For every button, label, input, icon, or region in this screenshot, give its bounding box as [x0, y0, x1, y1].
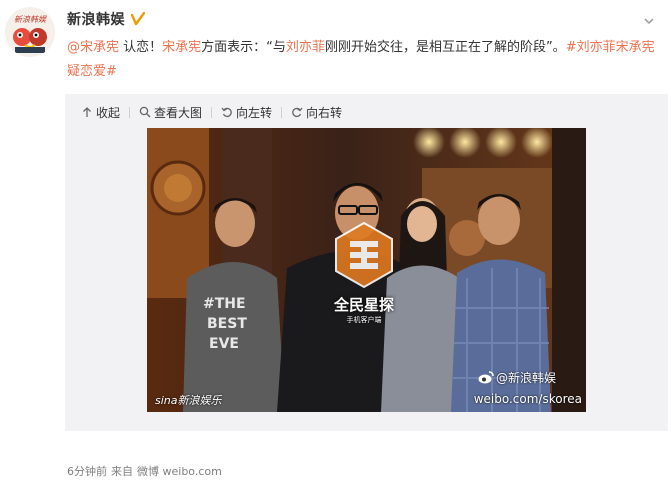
source-prefix: 来自 [111, 465, 133, 478]
post-time[interactable]: 6分钟前 [67, 465, 107, 478]
toolbar-divider [281, 106, 283, 118]
rotate-left-button[interactable]: 向左转 [221, 104, 272, 121]
post-photo[interactable]: #THE BEST EVE sina新浪娱乐 全民星探 手机客户端 @新浪韩娱 … [147, 128, 586, 412]
rotate-right-button[interactable]: 向右转 [291, 104, 342, 121]
post-text-segment: 方面表示：“与 [201, 40, 286, 55]
arrow-up-icon [83, 107, 91, 117]
avatar-image: 新浪韩娱 [5, 7, 55, 57]
rotate-left-label: 向左转 [236, 105, 273, 120]
toolbar-divider [129, 106, 131, 118]
avatar[interactable]: 新浪韩娱 [5, 7, 55, 57]
mention-link[interactable]: 宋承宪 [162, 40, 201, 55]
media-panel: 收起 查看大图 向左转 向右转 #THE BEST EVE sina新浪娱乐 全… [65, 94, 668, 431]
watermark-sina: sina新浪娱乐 [155, 394, 222, 407]
mention-link[interactable]: @宋承宪 [67, 40, 119, 55]
svg-text:新浪韩娱: 新浪韩娱 [14, 15, 47, 24]
watermark-weibo-text: @新浪韩娱 [495, 371, 556, 385]
collapse-label: 收起 [96, 105, 121, 120]
rotate-right-icon [292, 107, 303, 118]
shirt-text: EVE [209, 336, 239, 352]
toolbar-divider [211, 106, 213, 118]
post-footer: 6分钟前 来自 微博 weibo.com [67, 463, 226, 479]
collapse-button[interactable]: 收起 [81, 104, 120, 121]
post-text-segment: 认恋！ [119, 40, 163, 55]
rotate-right-label: 向右转 [306, 105, 343, 120]
post-source[interactable]: 微博 weibo.com [137, 465, 222, 478]
shirt-text: #THE [203, 296, 246, 312]
mention-link[interactable]: 刘亦菲 [286, 40, 325, 55]
chevron-down-icon[interactable] [643, 12, 655, 25]
view-large-label: 查看大图 [154, 105, 203, 120]
watermark-center-sub: 手机客户端 [346, 316, 382, 324]
verified-icon [130, 11, 146, 30]
search-icon [139, 106, 151, 118]
watermark-center: 全民星探 [333, 296, 394, 314]
account-name[interactable]: 新浪韩娱 [67, 9, 146, 30]
watermark-weibo: @新浪韩娱 [478, 369, 556, 386]
post-text-segment: 刚刚开始交往，是相互正在了解的阶段”。 [324, 40, 566, 55]
account-name-text[interactable]: 新浪韩娱 [67, 12, 125, 28]
post-text: @宋承宪 认恋！宋承宪方面表示：“与刘亦菲刚刚开始交往，是相互正在了解的阶段”。… [67, 36, 659, 84]
watermark-url: weibo.com/skorea [473, 392, 582, 406]
weibo-icon [478, 371, 494, 384]
media-toolbar: 收起 查看大图 向左转 向右转 [81, 103, 342, 121]
view-large-button[interactable]: 查看大图 [139, 104, 202, 121]
rotate-left-icon [221, 107, 232, 118]
shirt-text: BEST [207, 316, 247, 332]
